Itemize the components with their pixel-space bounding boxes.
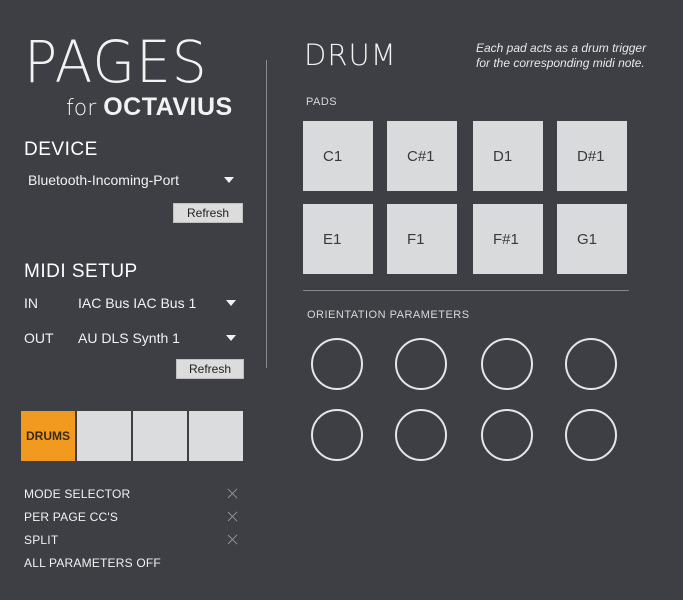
brand-subtitle: for OCTAVIUS bbox=[66, 92, 233, 124]
pad-d1[interactable]: D1 bbox=[473, 121, 543, 191]
pad-f-sharp-1[interactable]: F#1 bbox=[473, 204, 543, 274]
pad-e1[interactable]: E1 bbox=[303, 204, 373, 274]
orientation-knob[interactable] bbox=[565, 338, 617, 390]
midi-refresh-button[interactable]: Refresh bbox=[176, 359, 244, 379]
orientation-knob[interactable] bbox=[395, 338, 447, 390]
pad-g1[interactable]: G1 bbox=[557, 204, 627, 274]
close-icon[interactable] bbox=[227, 511, 238, 522]
mode-tab-3[interactable] bbox=[133, 411, 187, 461]
midi-setup-heading: MIDI SETUP bbox=[24, 261, 138, 282]
drum-description: Each pad acts as a drum trigger for the … bbox=[476, 41, 647, 70]
midi-out-select[interactable]: AU DLS Synth 1 bbox=[78, 330, 236, 346]
pad-f1[interactable]: F1 bbox=[387, 204, 457, 274]
orientation-knob[interactable] bbox=[311, 409, 363, 461]
pad-c1[interactable]: C1 bbox=[303, 121, 373, 191]
option-mode-selector[interactable]: MODE SELECTOR bbox=[24, 487, 130, 501]
pad-c-sharp-1[interactable]: C#1 bbox=[387, 121, 457, 191]
device-heading: DEVICE bbox=[24, 139, 98, 160]
option-split[interactable]: SPLIT bbox=[24, 533, 58, 547]
close-icon[interactable] bbox=[227, 534, 238, 545]
orientation-knob[interactable] bbox=[481, 409, 533, 461]
midi-in-select-value: IAC Bus IAC Bus 1 bbox=[78, 295, 197, 311]
chevron-down-icon bbox=[226, 335, 236, 341]
horizontal-divider bbox=[303, 290, 629, 291]
mode-tab-2[interactable] bbox=[77, 411, 131, 461]
midi-in-select[interactable]: IAC Bus IAC Bus 1 bbox=[78, 295, 236, 311]
option-per-page-cc[interactable]: PER PAGE CC'S bbox=[24, 510, 118, 524]
brand-title: PAGES bbox=[24, 28, 208, 96]
chevron-down-icon bbox=[224, 177, 234, 183]
option-all-parameters-off[interactable]: ALL PARAMETERS OFF bbox=[24, 556, 161, 570]
midi-out-label: OUT bbox=[24, 330, 54, 346]
orientation-knob[interactable] bbox=[311, 338, 363, 390]
orientation-knob[interactable] bbox=[565, 409, 617, 461]
vertical-divider bbox=[266, 60, 267, 368]
orientation-knob[interactable] bbox=[481, 338, 533, 390]
device-select[interactable]: Bluetooth-Incoming-Port bbox=[28, 172, 234, 188]
midi-in-label: IN bbox=[24, 295, 38, 311]
midi-out-select-value: AU DLS Synth 1 bbox=[78, 330, 180, 346]
pad-d-sharp-1[interactable]: D#1 bbox=[557, 121, 627, 191]
orientation-parameters-label: ORIENTATION PARAMETERS bbox=[307, 309, 470, 321]
drum-title: DRUM bbox=[304, 38, 397, 72]
mode-tab-drums[interactable]: DRUMS bbox=[21, 411, 75, 461]
pads-label: PADS bbox=[306, 96, 338, 108]
brand-sub-name: OCTAVIUS bbox=[103, 93, 233, 121]
mode-tab-4[interactable] bbox=[189, 411, 243, 461]
chevron-down-icon bbox=[226, 300, 236, 306]
brand-sub-for: for bbox=[66, 96, 97, 121]
device-refresh-button[interactable]: Refresh bbox=[173, 203, 243, 223]
orientation-knob[interactable] bbox=[395, 409, 447, 461]
close-icon[interactable] bbox=[227, 488, 238, 499]
device-select-value: Bluetooth-Incoming-Port bbox=[28, 172, 179, 188]
